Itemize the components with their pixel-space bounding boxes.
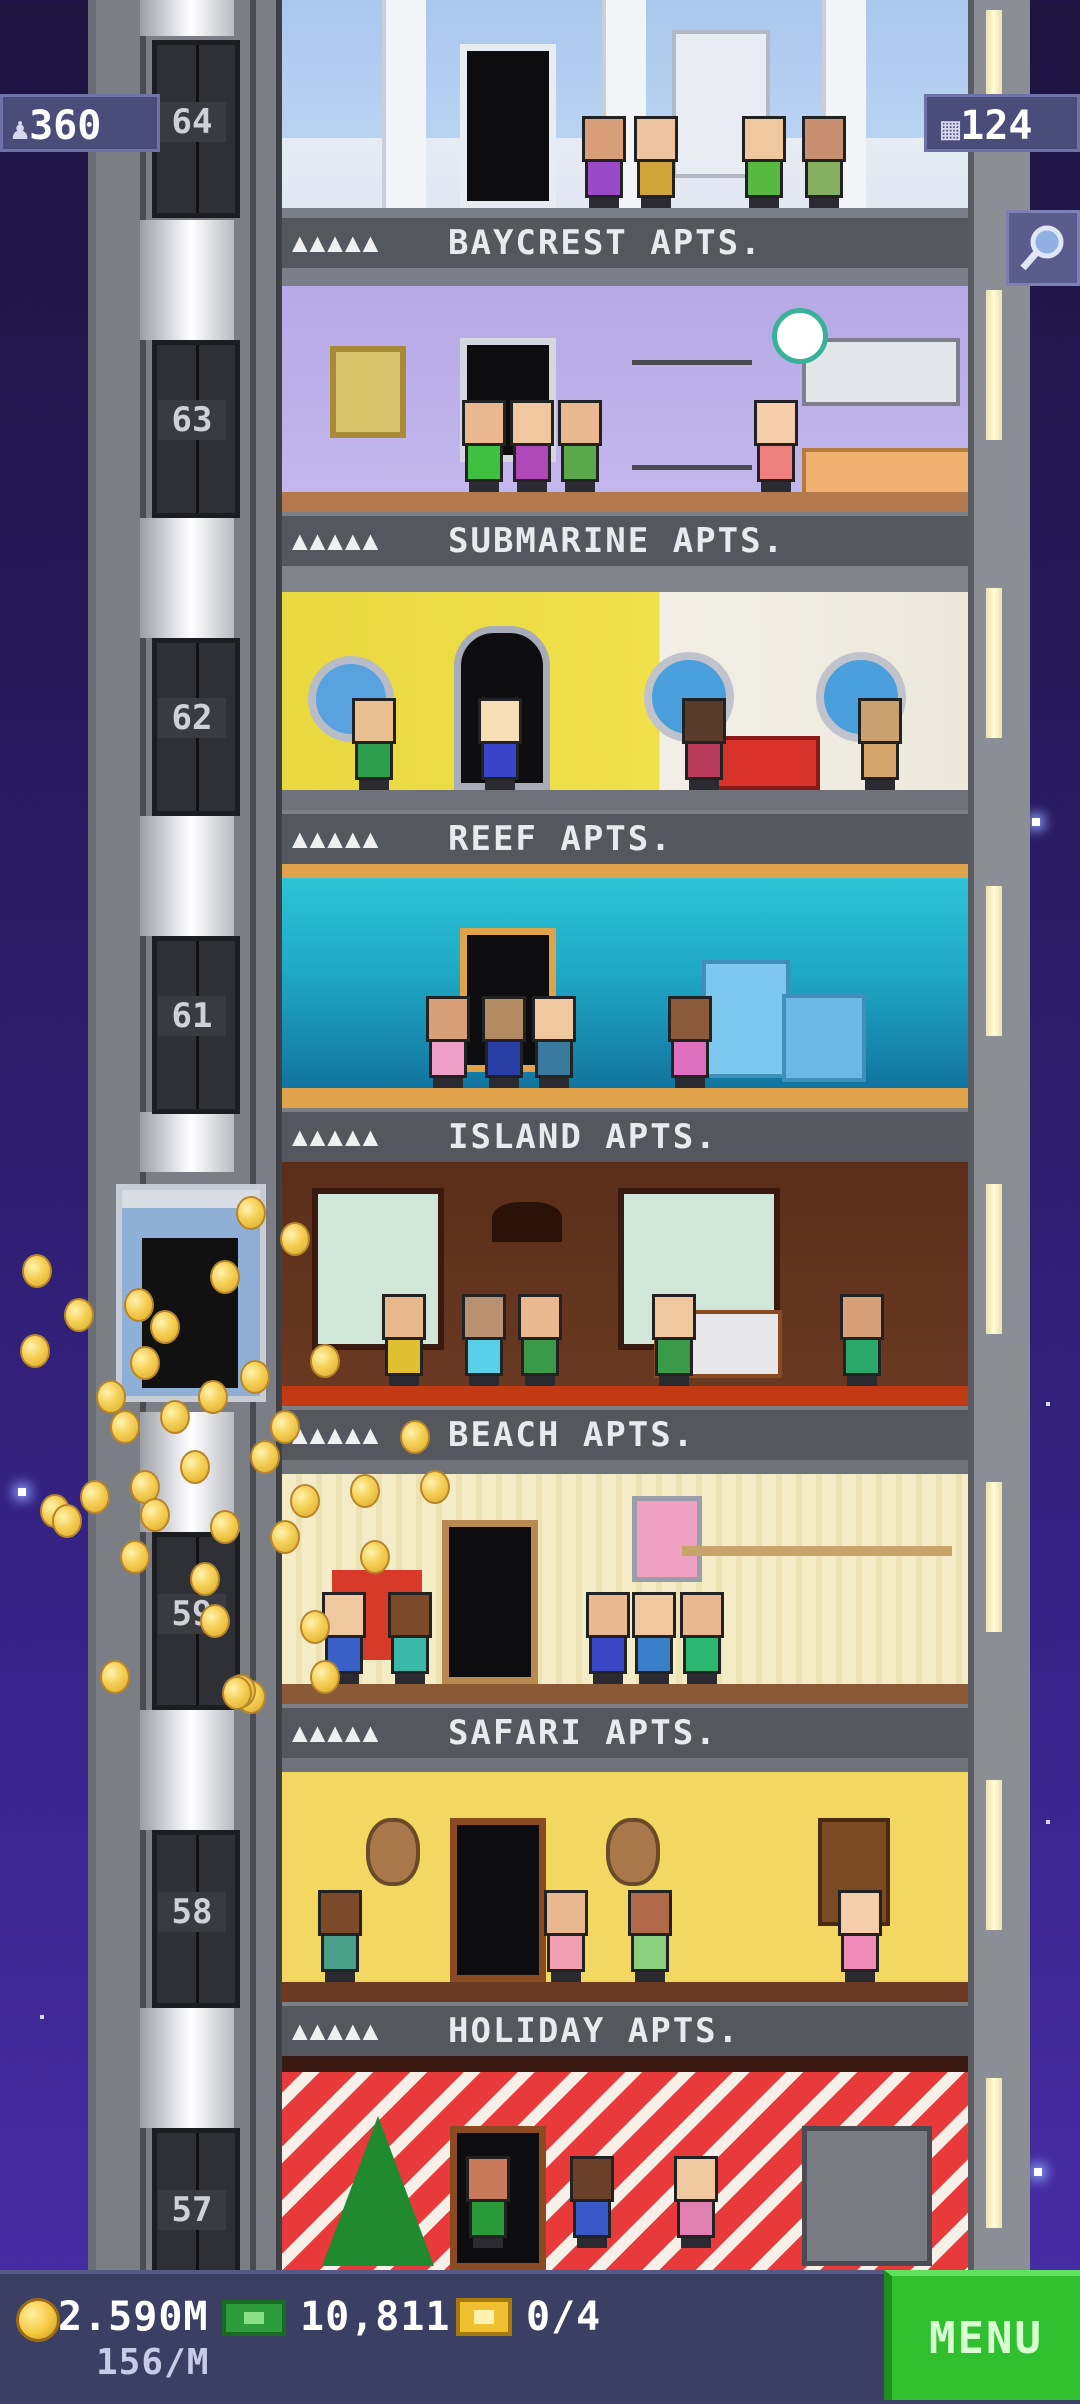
- resident: [674, 2156, 718, 2248]
- resident: [802, 116, 846, 208]
- resident: [628, 1890, 672, 1982]
- room-island[interactable]: [282, 864, 968, 1110]
- star: [1046, 1402, 1050, 1406]
- population-counter: ♟360: [0, 94, 160, 152]
- floor-banner: ▲▲▲▲▲ SUBMARINE APTS.: [282, 512, 968, 570]
- ticket-icon: [456, 2298, 512, 2336]
- apartment-door: [442, 1520, 538, 1684]
- resident: [318, 1890, 362, 1982]
- resident: [518, 1294, 562, 1386]
- floor-number: 58: [158, 1892, 226, 1932]
- resident: [462, 400, 506, 492]
- floor-number: 57: [158, 2190, 226, 2230]
- shaft-segment: [140, 220, 234, 340]
- apartment-door: [450, 1818, 546, 1982]
- resident: [388, 1592, 432, 1684]
- resident: [742, 116, 786, 208]
- resident: [680, 1592, 724, 1684]
- pillar-light: [986, 1184, 1002, 1334]
- resident: [426, 996, 470, 1088]
- resident: [544, 1890, 588, 1982]
- star-sparkle: [1034, 2168, 1042, 2176]
- search-button[interactable]: [1006, 210, 1080, 286]
- resident: [858, 698, 902, 790]
- resident: [558, 400, 602, 492]
- shaft-segment: [140, 1112, 234, 1172]
- shaft-segment: [140, 518, 234, 638]
- resident: [682, 698, 726, 790]
- pillar-light: [986, 2078, 1002, 2228]
- floor-banner: ▲▲▲▲▲ BAYCREST APTS.: [282, 214, 968, 272]
- room-safari[interactable]: [282, 1460, 968, 1706]
- apartment-door: [460, 44, 556, 208]
- room-holiday[interactable]: [282, 1758, 968, 2004]
- pillar-light: [986, 1482, 1002, 1632]
- menu-button[interactable]: MENU: [884, 2270, 1080, 2400]
- room-baycrest[interactable]: [282, 0, 968, 230]
- floor-banner: ▲▲▲▲▲ HOLIDAY APTS.: [282, 2002, 968, 2060]
- coins-value: 2.590M: [58, 2294, 209, 2340]
- star-sparkle: [1032, 818, 1040, 826]
- floor-banner: ▲▲▲▲▲ SAFARI APTS.: [282, 1704, 968, 1762]
- floor-number: 61: [158, 996, 226, 1036]
- christmas-tree-icon: [322, 2116, 434, 2266]
- tickets-value: 0/4: [526, 2294, 602, 2340]
- floor-number: 64: [158, 102, 226, 142]
- shaft-segment: [140, 1710, 234, 1830]
- mask-icon: [606, 1818, 660, 1886]
- resident: [586, 1592, 630, 1684]
- resident: [532, 996, 576, 1088]
- magnifier-icon: [1020, 225, 1064, 271]
- pillar-light: [986, 886, 1002, 1036]
- floor-banner: ▲▲▲▲▲ ISLAND APTS.: [282, 1108, 968, 1166]
- clock-icon: [772, 308, 828, 364]
- floor-number: 62: [158, 698, 226, 738]
- resident: [462, 1294, 506, 1386]
- coin-icon: [16, 2298, 60, 2342]
- mask-icon: [366, 1818, 420, 1886]
- shaft-segment: [140, 816, 234, 936]
- room-reef[interactable]: [282, 566, 968, 812]
- bux-value: 10,811: [300, 2294, 451, 2340]
- star: [40, 2015, 44, 2019]
- resident: [582, 116, 626, 208]
- resident: [652, 1294, 696, 1386]
- star-sparkle: [18, 1488, 26, 1496]
- resident: [466, 2156, 510, 2248]
- room-beach[interactable]: [282, 1162, 968, 1408]
- pillar-light: [986, 588, 1002, 738]
- resident: [668, 996, 712, 1088]
- banknote-icon: [222, 2300, 286, 2336]
- shaft-segment: [140, 2008, 234, 2128]
- resident: [632, 1592, 676, 1684]
- coins-rate: 156/M: [96, 2342, 210, 2383]
- resident: [634, 116, 678, 208]
- floor-counter[interactable]: ▦124: [924, 94, 1080, 152]
- building-icon: ▦: [941, 109, 961, 147]
- shaft-segment: [140, 0, 234, 36]
- floor-banner: ▲▲▲▲▲ REEF APTS.: [282, 810, 968, 868]
- resident: [840, 1294, 884, 1386]
- floor-banner: ▲▲▲▲▲ BEACH APTS.: [282, 1406, 968, 1464]
- resident: [382, 1294, 426, 1386]
- person-icon: ♟: [11, 112, 30, 147]
- pillar-light: [986, 290, 1002, 440]
- pillar-light: [986, 1780, 1002, 1930]
- room-submarine[interactable]: [282, 268, 968, 514]
- resident: [482, 996, 526, 1088]
- room-christmas[interactable]: [282, 2056, 968, 2270]
- resident: [570, 2156, 614, 2248]
- resident: [838, 1890, 882, 1982]
- resident: [510, 400, 554, 492]
- star: [1046, 1820, 1050, 1824]
- resident: [754, 400, 798, 492]
- resident: [352, 698, 396, 790]
- floor-number: 63: [158, 400, 226, 440]
- resident: [478, 698, 522, 790]
